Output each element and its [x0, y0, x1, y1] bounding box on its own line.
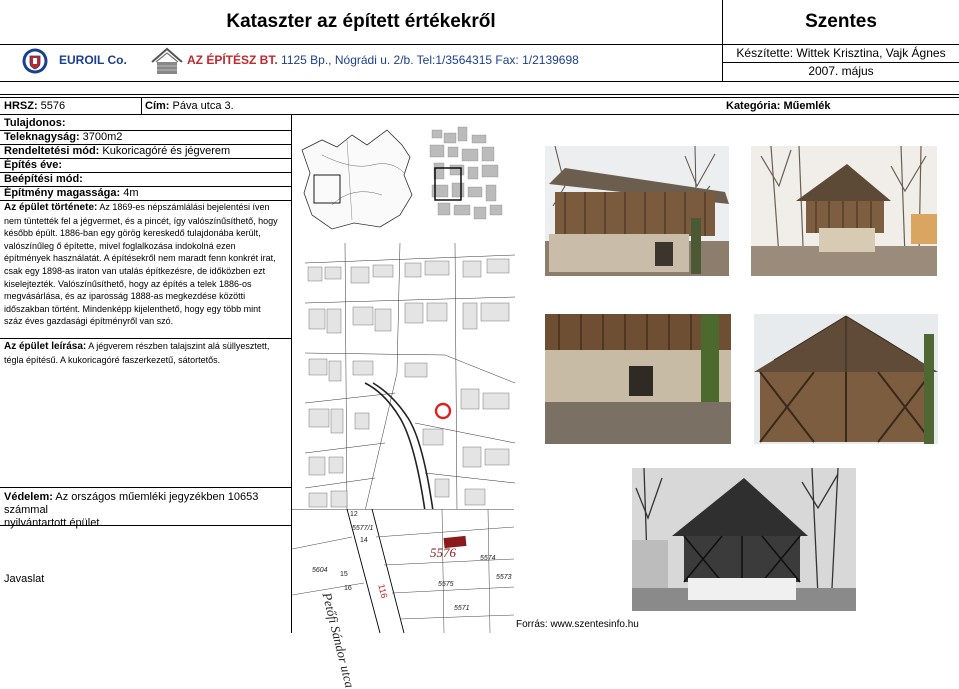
lot-size-label: Teleknagyság:	[4, 131, 80, 143]
function-label: Rendeltetési mód:	[4, 145, 100, 157]
photo-barn-side	[545, 146, 729, 276]
height-value: 4m	[123, 187, 139, 199]
hrsz-value: 5576	[40, 100, 66, 112]
height: Építmény magassága: 4m	[4, 187, 139, 200]
description-line: A jégverem részben talajszint alá süllye…	[88, 341, 270, 351]
build-year: Építés éve:	[4, 159, 62, 172]
company-architect-address: 1125 Bp., Nógrádi u. 2/b. Tel:1/3564315 …	[281, 53, 579, 67]
history-line: időszakban történt. Mindenképp kijelenth…	[4, 303, 261, 314]
parcel-label: 12	[350, 511, 358, 518]
history-line: építmények használatát. A építésekről ne…	[4, 253, 276, 264]
proposal-label: Javaslat	[4, 573, 45, 585]
company-euroil: EUROIL Co.	[59, 53, 127, 67]
photo-historic-bw	[632, 468, 856, 611]
height-label: Építmény magassága:	[4, 187, 121, 199]
history-line: később épült. 1886-ban egy görög kereske…	[4, 228, 261, 239]
photo-barn-front	[751, 146, 937, 276]
cadastral-map: 5576 Petőfi Sándor utca 5577/1 5574 5573…	[292, 509, 514, 689]
divider	[141, 97, 142, 114]
category-value: Műemlék	[783, 100, 831, 112]
description-line: tégla építésű. A kukoricagóré faszerkeze…	[4, 354, 221, 365]
photo-icehouse-wall	[545, 314, 731, 444]
divider	[0, 338, 291, 339]
house-logo-icon	[150, 46, 184, 76]
lot-size-value: 3700m2	[82, 131, 123, 143]
history-line: kiselejtezték. Valószínűsíthető, hogy az…	[4, 278, 252, 289]
description-block: Az épület leírása: A jégverem részben ta…	[4, 340, 294, 366]
parcel-label: 5577/1	[352, 525, 374, 532]
overview-map	[292, 115, 512, 235]
history-line: megvásárlása, és az iparosság 1888-as me…	[4, 291, 246, 302]
parcel-label: 15	[340, 571, 348, 578]
history-line: Az 1869-es népszámlálási bejelentési íve…	[99, 202, 270, 212]
date: 2007. május	[808, 64, 874, 78]
photo-barn-closeup	[754, 314, 938, 444]
page-title: Kataszter az épített értékekről	[0, 0, 723, 44]
lot-size: Teleknagyság: 3700m2	[4, 131, 122, 144]
function: Rendeltetési mód: Kukoricagóré és jégver…	[4, 145, 230, 158]
owner-label: Tulajdonos:	[4, 117, 66, 129]
parcel-label: 5575	[438, 581, 454, 588]
divider	[0, 97, 959, 98]
history-block: Az épület története: Az 1869-es népszáml…	[4, 201, 294, 328]
address: Cím: Páva utca 3.	[145, 100, 234, 113]
author: Készítette: Wittek Krisztina, Vajk Ágnes	[736, 46, 946, 60]
company-architect-name: AZ ÉPÍTÉSZ BT.	[187, 53, 278, 67]
proposal: Javaslat	[4, 573, 44, 586]
parcel-label: 5573	[496, 574, 512, 581]
hrsz-label: HRSZ:	[4, 100, 38, 112]
category: Kategória: Műemlék	[726, 100, 831, 113]
history-line: valószínűleg ő építette, mivel foglalkoz…	[4, 240, 236, 251]
source-credit: Forrás: www.szentesinfo.hu	[516, 619, 639, 630]
address-value: Páva utca 3.	[172, 100, 234, 112]
history-label: Az épület története:	[4, 202, 98, 213]
parcel-label: 14	[360, 537, 368, 544]
history-line: csak egy 1898-as iraton van utalás építk…	[4, 265, 266, 276]
divider	[0, 81, 959, 82]
description-label: Az épület leírása:	[4, 341, 87, 352]
protection-label: Védelem:	[4, 491, 53, 503]
parcel-label: 5571	[454, 605, 470, 612]
build-mode-label: Beépítési mód:	[4, 173, 83, 185]
history-line: száz éves gazdasági építményről van szó.	[4, 316, 174, 327]
parcel-label: 5604	[312, 567, 328, 574]
divider	[0, 94, 959, 95]
address-label: Cím:	[145, 100, 170, 112]
parcel-label: 5574	[480, 555, 496, 562]
build-mode: Beépítési mód:	[4, 173, 83, 186]
owner: Tulajdonos:	[4, 117, 66, 130]
street-map	[304, 242, 516, 512]
divider	[0, 525, 291, 526]
city-title: Szentes	[805, 11, 877, 32]
build-year-label: Építés éve:	[4, 159, 63, 171]
divider	[0, 487, 291, 488]
function-value: Kukoricagóré és jégverem	[102, 145, 231, 157]
hrsz: HRSZ: 5576	[4, 100, 65, 113]
protection-line: nyilvántartott épület.	[4, 517, 103, 529]
parcel-label: 16	[344, 585, 352, 592]
company-architect: AZ ÉPÍTÉSZ BT. 1125 Bp., Nógrádi u. 2/b.…	[187, 53, 579, 67]
euroil-logo-icon	[22, 48, 48, 74]
lot-number: 5576	[430, 545, 456, 560]
category-label: Kategória:	[726, 100, 781, 112]
history-line: nem tüntették fel a jégvermet, és a pinc…	[4, 215, 278, 226]
